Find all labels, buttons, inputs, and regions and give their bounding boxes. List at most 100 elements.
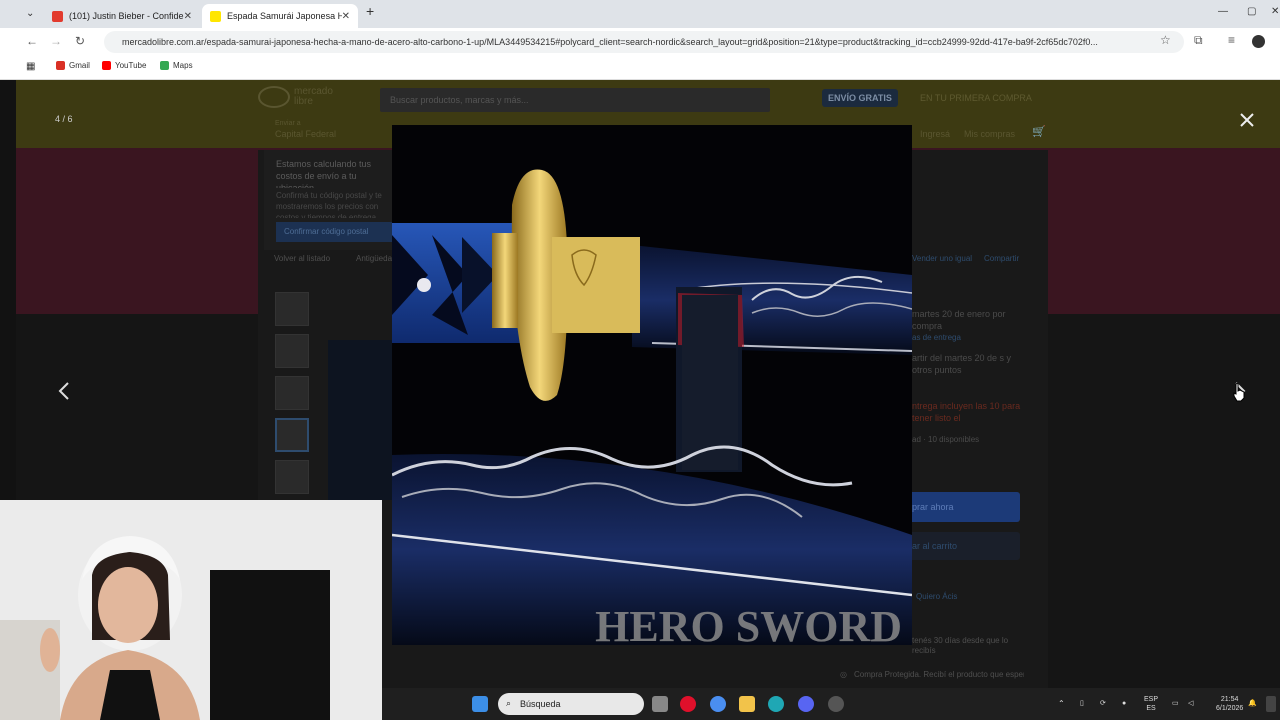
image-counter: 4 / 6 [55,114,73,124]
forward-arrow-icon[interactable]: → [50,34,62,48]
lightbox-image[interactable]: HERO SWORD [392,125,912,645]
bookmark-star-icon[interactable]: ☆ [1160,33,1171,47]
confirm-postal-code-button[interactable]: Confirmar código postal [276,222,394,242]
login-link[interactable]: Ingresá [920,129,950,139]
handshake-logo-icon [258,86,290,108]
taskbar-search-label: Búsqueda [520,699,561,709]
bookmark-gmail[interactable]: Gmail [56,61,90,70]
delivery-link[interactable]: as de entrega [912,332,1022,344]
location-link[interactable]: Capital Federal [275,129,336,139]
add-to-cart-button[interactable]: ar al carrito [900,532,1020,560]
tab-mercadolibre[interactable]: Espada Samurái Japonesa Hech ✕ [202,4,358,28]
katana-photo: HERO SWORD [392,125,912,645]
delivery-text: martes 20 de enero por compra [912,309,1006,331]
tab-youtube[interactable]: (101) Justin Bieber - Confident ✕ [44,4,200,28]
delivery-text2: artir del martes 20 de s y otros puntos [912,353,1012,375]
profile-avatar[interactable] [1252,35,1265,48]
main-product-image[interactable] [328,340,394,500]
buy-now-button[interactable]: prar ahora [900,492,1020,522]
delivery-info: martes 20 de enero por compra as de entr… [912,308,1022,446]
clock[interactable]: 21:54 6/1/2026 [1216,695,1243,713]
tray-volume-icon[interactable]: ◁ [1188,699,1193,708]
tab-close-icon[interactable]: ✕ [184,11,192,22]
site-search-input[interactable]: Buscar productos, marcas y más... [380,88,770,112]
logo-line2: libre [294,96,313,107]
chrome-icon[interactable] [710,696,726,712]
logo-text: mercado libre [294,87,333,107]
lang-primary: ESP [1144,696,1159,703]
purchases-link[interactable]: Mis compras [964,129,1015,139]
thumbnail-1[interactable] [275,292,309,326]
address-bar[interactable]: mercadolibre.com.ar/espada-samurai-japon… [104,31,1184,53]
cart-icon[interactable]: 🛒 [1032,125,1046,138]
thumbnail-2[interactable] [275,334,309,368]
location-small-label: Enviar a [275,120,301,127]
close-lightbox-icon[interactable] [1236,109,1258,131]
screen: ⌄ (101) Justin Bieber - Confident ✕ Espa… [0,0,1280,720]
tray-usb-icon[interactable]: ▯ [1080,699,1084,708]
tab-title: (101) Justin Bieber - Confident [69,11,184,21]
gmail-icon [56,61,65,70]
tray-network-icon[interactable]: ▭ [1172,699,1179,708]
notification-bell-icon[interactable]: 🔔 [1248,699,1257,708]
reload-icon[interactable]: ↻ [75,34,85,48]
search-icon: ⌕ [506,698,512,708]
media-controls-icon[interactable]: ≡ [1228,33,1235,47]
taskbar-search[interactable]: Búsqueda [498,693,644,715]
lang-secondary: ES [1146,705,1156,712]
mercadolibre-logo[interactable]: mercado libre [258,86,333,108]
search-placeholder: Buscar productos, marcas y más... [390,95,529,105]
bookmarks-bar: ▦ Gmail YouTube Maps [0,56,1280,80]
tab-strip: ⌄ (101) Justin Bieber - Confident ✕ Espa… [0,0,1280,28]
opera-icon[interactable] [680,696,696,712]
free-shipping-badge: ENVÍO GRATIS [822,89,898,107]
location-popup-text: Confirmá tu código postal y te mostrarem… [276,191,382,218]
streamer-webcam-feed [0,500,382,720]
bookmark-youtube[interactable]: YouTube [102,61,146,70]
hand-cursor-icon [1233,383,1245,402]
tray-chevron-icon[interactable]: ⌃ [1058,699,1065,708]
youtube-icon [102,61,111,70]
tray-widget-icon[interactable] [1266,696,1276,712]
extensions-icon[interactable]: ⧉ [1194,33,1203,48]
seller-link[interactable]: Quiero Ácis [916,592,957,601]
sell-similar-link[interactable]: Vender uno igual [912,254,972,263]
edge-icon[interactable] [768,696,784,712]
clock-time: 21:54 [1220,696,1239,703]
stock-text: ad · 10 disponibles [912,435,980,444]
tab-close-icon[interactable]: ✕ [342,11,350,22]
webcam-overlay [0,500,382,720]
new-tab-button[interactable]: + [366,3,374,19]
back-to-list-link[interactable]: Volver al listado [274,254,330,263]
language-indicator[interactable]: ESP ES [1144,695,1158,713]
share-link[interactable]: Compartir [984,254,1019,263]
tab-title: Espada Samurái Japonesa Hech [227,11,342,21]
windows-start-icon[interactable] [472,696,488,712]
maximize-icon[interactable]: ▢ [1247,6,1256,17]
hero-sword-watermark: HERO SWORD [595,602,902,645]
bookmark-label: Gmail [69,61,90,70]
window-close-icon[interactable]: ✕ [1271,6,1279,17]
clock-date: 6/1/2026 [1216,705,1244,712]
minimize-icon[interactable]: — [1218,6,1228,17]
obs-icon[interactable] [828,696,844,712]
file-explorer-icon[interactable] [739,696,755,712]
task-view-icon[interactable] [652,696,668,712]
shield-icon: ◎ [840,670,847,679]
thumbnail-5[interactable] [275,460,309,494]
tab-search-chevron-icon[interactable]: ⌄ [26,8,34,19]
url-text: mercadolibre.com.ar/espada-samurai-japon… [122,37,1098,47]
back-arrow-icon[interactable]: ← [26,34,38,48]
tray-sync-icon[interactable]: ⟳ [1100,699,1106,708]
mercadolibre-favicon-icon [210,10,221,22]
location-popup-title: Estamos calculando tus costos de envío a… [276,159,372,188]
previous-image-arrow-icon[interactable] [52,378,78,404]
protected-purchase-text: Compra Protegida. Recibí el producto que… [854,670,1024,679]
tray-mic-icon[interactable]: ● [1122,699,1126,708]
discord-icon[interactable] [798,696,814,712]
bookmark-maps[interactable]: Maps [160,61,193,70]
thumbnail-3[interactable] [275,376,309,410]
apps-grid-icon[interactable]: ▦ [26,61,35,72]
thumbnail-4[interactable] [275,418,309,452]
free-shipping-text: EN TU PRIMERA COMPRA [920,93,1032,103]
